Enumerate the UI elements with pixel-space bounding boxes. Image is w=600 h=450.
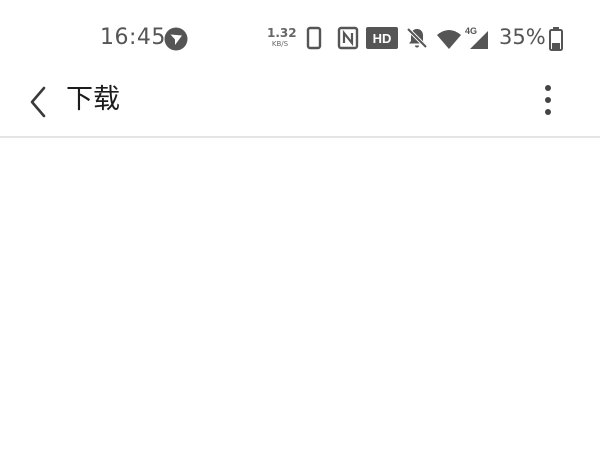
network-speed-unit: KB/S xyxy=(271,40,289,48)
phone-screen-icon xyxy=(306,26,322,54)
nfc-icon xyxy=(337,26,359,54)
more-options-button[interactable] xyxy=(532,78,564,126)
signal-4g-icon: 4G xyxy=(464,25,490,55)
status-time: 16:45 xyxy=(100,25,166,50)
hd-icon: HD xyxy=(366,27,398,53)
battery-percent: 35% xyxy=(499,25,546,49)
hd-badge-text: HD xyxy=(373,31,392,46)
network-type-text: 4G xyxy=(465,26,477,36)
back-button[interactable] xyxy=(22,80,56,124)
more-vertical-icon xyxy=(545,85,551,115)
battery-icon xyxy=(548,26,564,56)
status-bar: 16:45 1.32 KB/S HD 4G 35% xyxy=(0,0,600,72)
bell-off-icon xyxy=(405,26,429,54)
app-bar: 下载 xyxy=(0,72,600,138)
wifi-icon xyxy=(436,28,462,54)
app-notification-icon xyxy=(164,27,188,51)
network-speed-value: 1.32 xyxy=(267,26,297,40)
downloads-content xyxy=(0,138,600,450)
network-speed: 1.32 KB/S xyxy=(267,26,297,51)
chevron-left-icon xyxy=(30,86,46,118)
page-title: 下载 xyxy=(66,84,120,115)
